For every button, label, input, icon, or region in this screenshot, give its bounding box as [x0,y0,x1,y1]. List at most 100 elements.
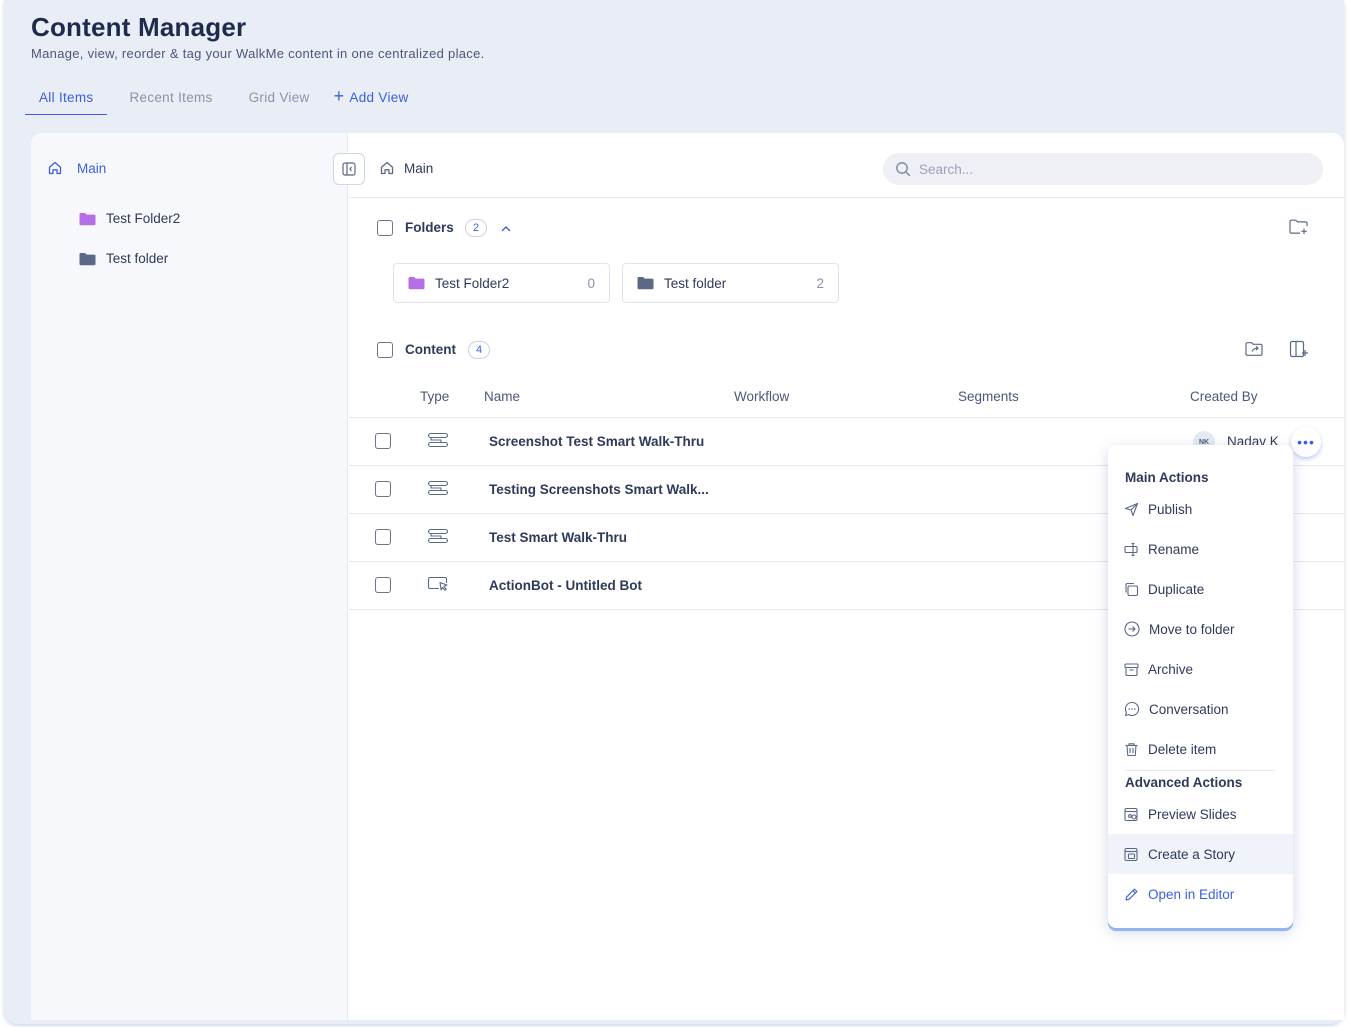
column-header-created-by[interactable]: Created By [1190,389,1258,404]
trash-icon [1124,742,1139,757]
menu-item-duplicate[interactable]: Duplicate [1108,569,1293,609]
menu-divider [1125,770,1275,771]
main-panel: Main Test Folder2 Test folder Main Searc… [31,133,1344,1020]
new-folder-button[interactable] [1287,215,1311,239]
sidebar-item-main[interactable]: Main [47,160,106,176]
smart-walkthru-icon [426,479,450,497]
folder-icon [79,212,96,226]
conversation-icon [1124,701,1140,717]
content-select-all-checkbox[interactable] [377,342,393,358]
search-box[interactable] [883,153,1323,185]
row-checkbox[interactable] [375,529,391,545]
add-view-label: Add View [349,90,409,105]
menu-item-preview-slides[interactable]: Preview Slides [1108,794,1293,834]
move-to-folder-icon [1124,621,1140,637]
menu-item-label: Create a Story [1148,846,1236,862]
menu-item-label: Preview Slides [1148,806,1237,822]
menu-item-label: Archive [1148,661,1194,677]
create-story-icon [1124,847,1139,862]
app-window: Content Manager Manage, view, reorder & … [4,0,1344,1024]
search-input[interactable] [919,161,1299,177]
menu-item-label: Conversation [1149,701,1229,717]
row-checkbox[interactable] [375,433,391,449]
menu-item-label: Rename [1148,541,1200,557]
rename-icon [1124,542,1139,557]
row-checkbox[interactable] [375,577,391,593]
pencil-icon [1124,887,1139,902]
row-checkbox[interactable] [375,481,391,497]
layout-plus-icon [1289,340,1309,358]
folder-icon [637,276,654,290]
menu-item-archive[interactable]: Archive [1108,649,1293,689]
folder-sidebar: Main Test Folder2 Test folder [31,133,348,1020]
column-header-type: Type [420,389,450,404]
folder-card-count: 2 [816,275,824,291]
breadcrumb[interactable]: Main [379,160,433,176]
export-icon [1245,341,1265,357]
folder-card-label: Test Folder2 [435,275,510,291]
menu-item-label: Publish [1148,501,1193,517]
menu-item-create-story[interactable]: Create a Story [1108,834,1293,874]
tab-grid-view[interactable]: Grid View [235,82,324,115]
collapse-sidebar-button[interactable] [333,153,365,185]
sidebar-main-label: Main [77,160,107,176]
row-name[interactable]: Test Smart Walk-Thru [489,530,627,545]
export-button[interactable] [1243,337,1267,361]
content-section-label: Content [405,342,456,357]
menu-item-open-in-editor[interactable]: Open in Editor [1108,874,1293,914]
folders-count-badge: 2 [465,219,487,237]
menu-item-label: Open in Editor [1148,886,1235,902]
preview-slides-icon [1124,807,1139,822]
collapse-folders-chevron-icon[interactable] [499,219,513,237]
folders-section-label: Folders [405,220,454,235]
view-tabs: All Items Recent Items Grid View + Add V… [25,82,423,115]
home-icon [47,160,63,176]
row-name[interactable]: ActionBot - Untitled Bot [489,578,642,593]
content-count-badge: 4 [468,341,490,359]
breadcrumb-label: Main [404,160,434,176]
menu-item-conversation[interactable]: Conversation [1108,689,1293,729]
row-actions-menu: Main Actions Publish Rename Duplicate Mo… [1108,445,1293,928]
divider [349,417,1344,418]
folder-card-test-folder[interactable]: Test folder 2 [622,263,839,303]
menu-item-label: Delete item [1148,741,1217,757]
send-icon [1124,502,1139,517]
smart-walkthru-icon [426,527,450,545]
folders-select-all-checkbox[interactable] [377,220,393,236]
row-more-actions-button[interactable]: ••• [1291,427,1321,457]
sidebar-item-test-folder2[interactable]: Test Folder2 [79,211,180,226]
menu-item-delete[interactable]: Delete item [1108,729,1293,769]
row-name[interactable]: Screenshot Test Smart Walk-Thru [489,434,704,449]
page-subtitle: Manage, view, reorder & tag your WalkMe … [31,46,485,61]
tab-recent-items[interactable]: Recent Items [115,82,226,115]
column-header-segments[interactable]: Segments [958,389,1019,404]
tab-all-items[interactable]: All Items [25,82,108,115]
add-view-button[interactable]: + Add View [324,82,423,115]
row-name[interactable]: Testing Screenshots Smart Walk... [489,482,709,497]
page-title: Content Manager [31,12,247,42]
smart-walkthru-icon [426,431,450,449]
folder-card-count: 0 [587,275,595,291]
menu-item-move-to-folder[interactable]: Move to folder [1108,609,1293,649]
divider [349,197,1344,198]
sidebar-folder-label: Test folder [106,251,169,266]
menu-item-publish[interactable]: Publish [1108,489,1293,529]
column-header-name[interactable]: Name [484,389,520,404]
folder-icon [408,276,425,290]
sidebar-item-test-folder[interactable]: Test folder [79,251,168,266]
sidebar-collapse-icon [342,162,356,176]
folder-card-test-folder2[interactable]: Test Folder2 0 [393,263,610,303]
menu-item-rename[interactable]: Rename [1108,529,1293,569]
add-content-button[interactable] [1287,337,1311,361]
menu-item-label: Duplicate [1148,581,1205,597]
folder-plus-icon [1289,219,1309,235]
menu-item-label: Move to folder [1149,621,1235,637]
more-horizontal-icon: ••• [1297,434,1315,450]
column-header-workflow[interactable]: Workflow [734,389,789,404]
home-icon [379,160,395,176]
menu-heading-main-actions: Main Actions [1125,470,1209,485]
archive-icon [1124,662,1139,677]
plus-icon: + [333,86,345,106]
sidebar-folder-label: Test Folder2 [106,211,181,226]
folder-icon [79,252,96,266]
